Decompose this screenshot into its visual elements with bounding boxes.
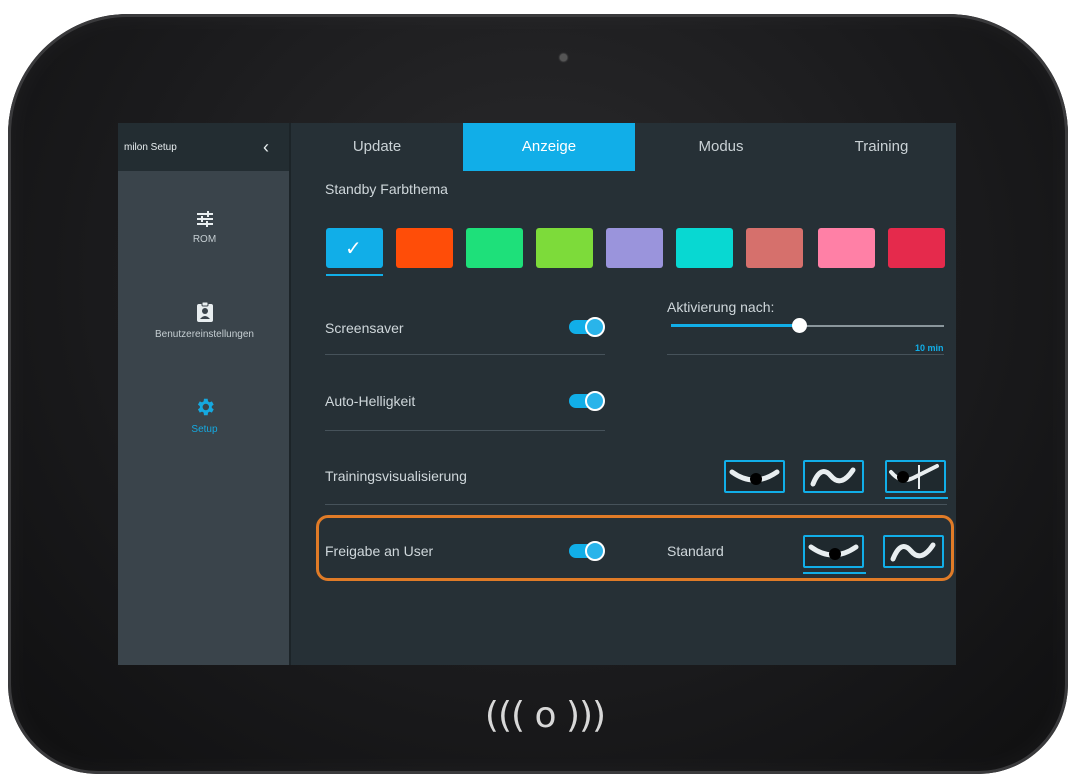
sidebar-item-setup[interactable]: Setup xyxy=(118,396,291,435)
color-swatch[interactable] xyxy=(466,228,523,268)
curve-dot-icon xyxy=(808,544,859,560)
viz-option-curve-dot[interactable] xyxy=(724,460,785,493)
clipboard-user-icon xyxy=(196,301,213,322)
divider xyxy=(325,430,605,431)
screensaver-label: Screensaver xyxy=(325,320,404,336)
tab-update[interactable]: Update xyxy=(291,123,463,171)
gear-icon xyxy=(197,398,214,416)
screensaver-toggle[interactable] xyxy=(569,317,605,337)
sidebar-item-label: Setup xyxy=(191,424,218,435)
color-swatch[interactable] xyxy=(818,228,875,268)
sidebar-header: milon Setup ‹ xyxy=(118,123,289,171)
viz-option-curve-dot-line[interactable] xyxy=(885,460,946,493)
sliders-icon xyxy=(196,211,213,227)
sidebar-item-rom[interactable]: ROM xyxy=(118,210,291,245)
standard-label: Standard xyxy=(667,543,724,559)
curve-dot-icon xyxy=(729,469,780,485)
screen: milon Setup ‹ ROM Benutzereinstellungen xyxy=(118,123,956,665)
standard-option-curve-dot[interactable] xyxy=(803,535,864,568)
tab-anzeige[interactable]: Anzeige xyxy=(463,123,635,171)
auto-brightness-toggle[interactable] xyxy=(569,391,605,411)
release-label: Freigabe an User xyxy=(325,543,434,559)
color-swatch[interactable] xyxy=(396,228,453,268)
toggle-knob xyxy=(585,317,605,337)
nfc-icon: ((( o ))) xyxy=(484,695,606,736)
sidebar: milon Setup ‹ ROM Benutzereinstellungen xyxy=(118,123,291,665)
activation-value: 10 min xyxy=(915,343,944,353)
divider xyxy=(325,579,605,580)
back-chevron-icon[interactable]: ‹ xyxy=(263,137,269,158)
viz-option-wave[interactable] xyxy=(803,460,864,493)
divider xyxy=(667,354,944,355)
toggle-knob xyxy=(585,541,605,561)
color-swatch[interactable] xyxy=(746,228,803,268)
release-toggle[interactable] xyxy=(569,541,605,561)
standard-option-wave[interactable] xyxy=(883,535,944,568)
auto-brightness-label: Auto-Helligkeit xyxy=(325,393,416,409)
curve-dot-line-icon xyxy=(889,464,939,489)
wave-icon xyxy=(890,542,936,562)
activation-slider-knob[interactable] xyxy=(792,318,807,333)
sidebar-item-label: Benutzereinstellungen xyxy=(155,329,254,340)
check-icon: ✓ xyxy=(345,238,362,260)
color-swatch[interactable] xyxy=(536,228,593,268)
sidebar-title: milon Setup xyxy=(124,141,177,153)
toggle-knob xyxy=(585,391,605,411)
selected-standard-indicator xyxy=(803,572,866,574)
divider xyxy=(325,354,605,355)
camera-icon xyxy=(560,54,567,61)
training-visualization-label: Trainingsvisualisierung xyxy=(325,468,467,484)
wave-icon xyxy=(810,467,856,487)
tab-bar: Update Anzeige Modus Training xyxy=(291,123,956,171)
selected-viz-indicator xyxy=(885,497,948,499)
sidebar-item-label: ROM xyxy=(192,234,217,245)
activation-label: Aktivierung nach: xyxy=(667,299,775,315)
color-swatch[interactable] xyxy=(676,228,733,268)
selected-swatch-indicator xyxy=(326,274,383,276)
tab-training[interactable]: Training xyxy=(807,123,956,171)
activation-slider-fill xyxy=(671,324,797,327)
divider xyxy=(325,504,947,505)
color-swatch[interactable] xyxy=(888,228,945,268)
standby-theme-title: Standby Farbthema xyxy=(325,181,448,197)
tab-modus[interactable]: Modus xyxy=(635,123,807,171)
color-swatch[interactable]: ✓ xyxy=(326,228,383,268)
sidebar-item-benutzereinstellungen[interactable]: Benutzereinstellungen xyxy=(118,301,291,340)
color-swatch[interactable] xyxy=(606,228,663,268)
